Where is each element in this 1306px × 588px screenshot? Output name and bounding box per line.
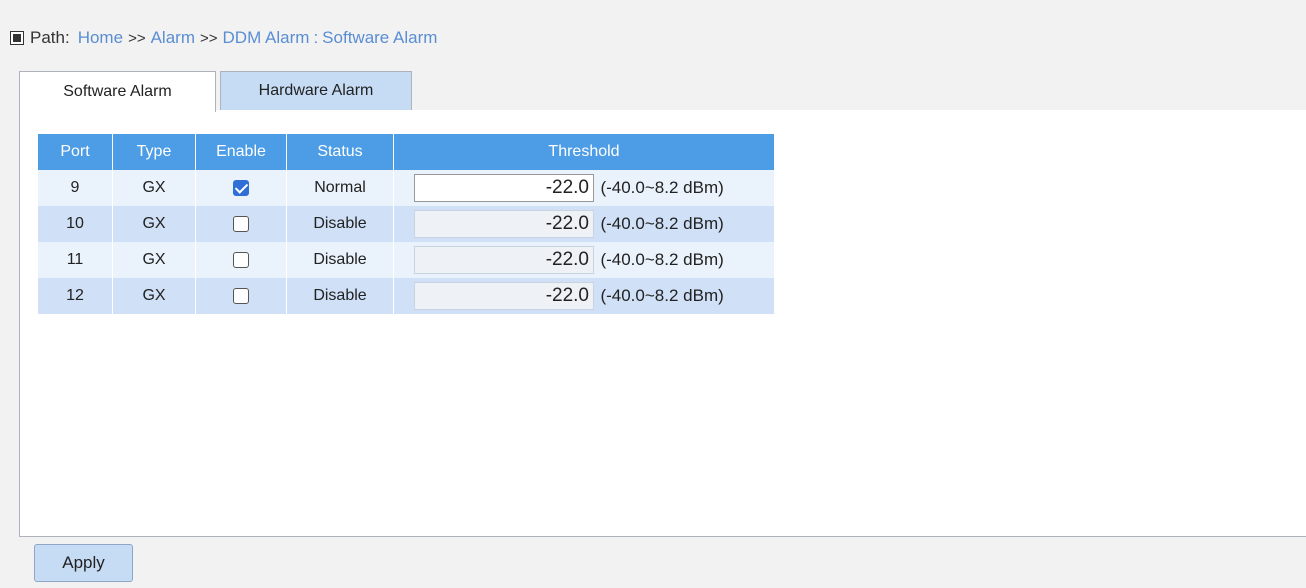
column-header-threshold: Threshold [393, 134, 774, 170]
threshold-range: (-40.0~8.2 dBm) [600, 250, 724, 269]
status-cell: Disable [286, 278, 394, 314]
column-header-type: Type [112, 134, 196, 170]
breadcrumb-current: Software Alarm [322, 28, 438, 47]
table-row: 11 GX Disable -22.0 (-40.0~8.2 dBm) [38, 242, 774, 278]
table-header-row: Port Type Enable Status Threshold [38, 134, 774, 170]
threshold-input: -22.0 [414, 246, 594, 274]
status-cell: Normal [286, 170, 394, 206]
type-cell: GX [112, 242, 196, 278]
tab-hardware-alarm[interactable]: Hardware Alarm [220, 71, 412, 111]
enable-cell [195, 278, 287, 314]
type-cell: GX [112, 170, 196, 206]
software-alarm-table: Port Type Enable Status Threshold 9 GX N… [38, 134, 774, 314]
breadcrumb-colon: : [313, 28, 319, 47]
threshold-cell: -22.0 (-40.0~8.2 dBm) [393, 278, 774, 314]
threshold-input: -22.0 [414, 210, 594, 238]
enable-checkbox[interactable] [233, 215, 249, 232]
tab-software-alarm[interactable]: Software Alarm [19, 71, 216, 112]
breadcrumb-home-link[interactable]: Home [78, 28, 123, 48]
enable-cell [195, 242, 287, 278]
status-cell: Disable [286, 242, 394, 278]
port-cell: 10 [38, 206, 113, 242]
threshold-range: (-40.0~8.2 dBm) [600, 214, 724, 233]
path-label: Path: [30, 28, 70, 47]
threshold-cell: -22.0 (-40.0~8.2 dBm) [393, 206, 774, 242]
threshold-range: (-40.0~8.2 dBm) [600, 286, 724, 305]
table-row: 9 GX Normal -22.0 (-40.0~8.2 dBm) [38, 170, 774, 206]
enable-cell [195, 206, 287, 242]
table-row: 12 GX Disable -22.0 (-40.0~8.2 dBm) [38, 278, 774, 314]
threshold-input[interactable]: -22.0 [414, 174, 594, 202]
breadcrumb-separator: >> [128, 29, 146, 47]
column-header-enable: Enable [195, 134, 287, 170]
port-cell: 12 [38, 278, 113, 314]
column-header-status: Status [286, 134, 394, 170]
enable-checkbox[interactable] [233, 287, 249, 304]
breadcrumb-ddm-alarm-link[interactable]: DDM Alarm [223, 28, 310, 48]
type-cell: GX [112, 278, 196, 314]
threshold-range: (-40.0~8.2 dBm) [600, 178, 724, 197]
apply-button[interactable]: Apply [34, 544, 133, 582]
port-cell: 9 [38, 170, 113, 206]
threshold-cell: -22.0 (-40.0~8.2 dBm) [393, 242, 774, 278]
enable-cell [195, 170, 287, 206]
type-cell: GX [112, 206, 196, 242]
table-row: 10 GX Disable -22.0 (-40.0~8.2 dBm) [38, 206, 774, 242]
breadcrumb-alarm-link[interactable]: Alarm [151, 28, 195, 48]
breadcrumb-separator: >> [200, 29, 218, 47]
tab-bar: Software Alarm Hardware Alarm [19, 71, 1306, 112]
threshold-input: -22.0 [414, 282, 594, 310]
status-cell: Disable [286, 206, 394, 242]
port-cell: 11 [38, 242, 113, 278]
enable-checkbox[interactable] [233, 179, 249, 196]
threshold-cell: -22.0 (-40.0~8.2 dBm) [393, 170, 774, 206]
column-header-port: Port [38, 134, 113, 170]
breadcrumb: Path: Home >> Alarm >> DDM Alarm : Softw… [10, 27, 437, 49]
square-bullet-icon [10, 31, 24, 45]
tab-panel: Port Type Enable Status Threshold 9 GX N… [19, 110, 1306, 537]
enable-checkbox[interactable] [233, 251, 249, 268]
